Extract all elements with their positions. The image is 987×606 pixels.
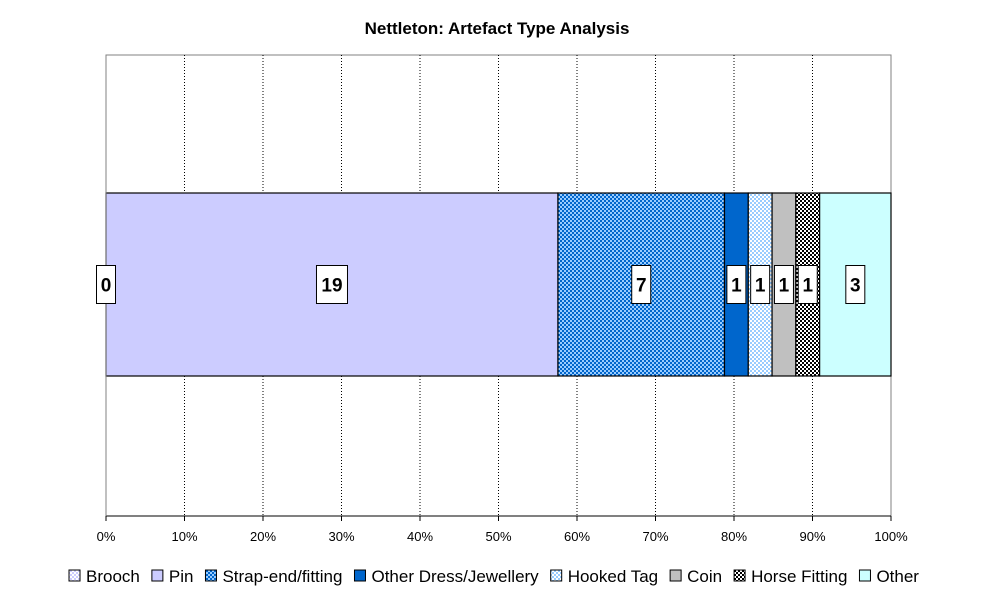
legend-swatch <box>68 569 81 582</box>
data-label: 1 <box>797 265 818 304</box>
data-label-text: 0 <box>101 276 112 297</box>
legend-label: Coin <box>687 567 722 586</box>
data-label: 7 <box>631 265 652 304</box>
legend-label: Horse Fitting <box>751 567 847 586</box>
legend-swatch <box>204 569 217 582</box>
x-tick-label: 100% <box>874 529 908 544</box>
data-label: 19 <box>315 265 348 304</box>
legend-item-hooked-tag: Hooked Tag <box>550 567 658 586</box>
legend-item-coin: Coin <box>669 567 722 586</box>
x-tick-label: 80% <box>721 529 747 544</box>
plot-area: 0% 10% 20% 30% 40% 50% 60% 70% 80% 90% 100% 0 19 7 1 1… <box>96 54 908 544</box>
legend-item-brooch: Brooch <box>68 567 140 586</box>
data-label: 1 <box>750 265 771 304</box>
data-label-text: 1 <box>802 276 813 297</box>
legend-item-other-dress-jewellery: Other Dress/Jewellery <box>353 567 539 586</box>
legend-label: Brooch <box>86 567 140 586</box>
chart-title: Nettleton: Artefact Type Analysis <box>365 19 630 38</box>
x-tick-label: 30% <box>328 529 354 544</box>
data-label-text: 1 <box>779 276 790 297</box>
legend-item-other: Other <box>858 567 919 586</box>
legend-swatch <box>733 569 746 582</box>
legend-item-horse-fitting: Horse Fitting <box>733 567 847 586</box>
legend-swatch <box>353 569 366 582</box>
chart: Nettleton: Artefact Type Analysis 0% 10% 2… <box>68 19 919 586</box>
legend-swatch <box>858 569 871 582</box>
legend-swatch <box>669 569 682 582</box>
data-label-text: 1 <box>755 276 766 297</box>
data-label-text: 19 <box>321 276 342 297</box>
legend: Brooch Pin Strap-end/fitting Other Dress/Je… <box>68 567 919 586</box>
x-tick-label: 20% <box>250 529 276 544</box>
data-label-text: 1 <box>731 276 742 297</box>
legend-item-strap-end-fitting: Strap-end/fitting <box>204 567 342 586</box>
data-label: 1 <box>726 265 747 304</box>
data-label: 3 <box>845 265 866 304</box>
x-tick-label: 70% <box>642 529 668 544</box>
legend-label: Pin <box>169 567 194 586</box>
bar-segments <box>105 192 892 377</box>
legend-swatch <box>151 569 164 582</box>
legend-label: Other Dress/Jewellery <box>371 567 539 586</box>
data-label: 0 <box>96 265 116 304</box>
data-label-text: 3 <box>850 276 861 297</box>
legend-item-pin: Pin <box>151 567 194 586</box>
x-tick-label: 90% <box>799 529 825 544</box>
x-tick-label: 40% <box>407 529 433 544</box>
data-label: 1 <box>773 265 794 304</box>
legend-label: Other <box>876 567 919 586</box>
x-tick-label: 10% <box>171 529 197 544</box>
legend-label: Strap-end/fitting <box>222 567 342 586</box>
data-label-text: 7 <box>636 276 647 297</box>
x-tick-label: 0% <box>97 529 116 544</box>
x-tick-label: 60% <box>564 529 590 544</box>
legend-swatch <box>550 569 563 582</box>
legend-label: Hooked Tag <box>568 567 658 586</box>
x-tick-label: 50% <box>485 529 511 544</box>
